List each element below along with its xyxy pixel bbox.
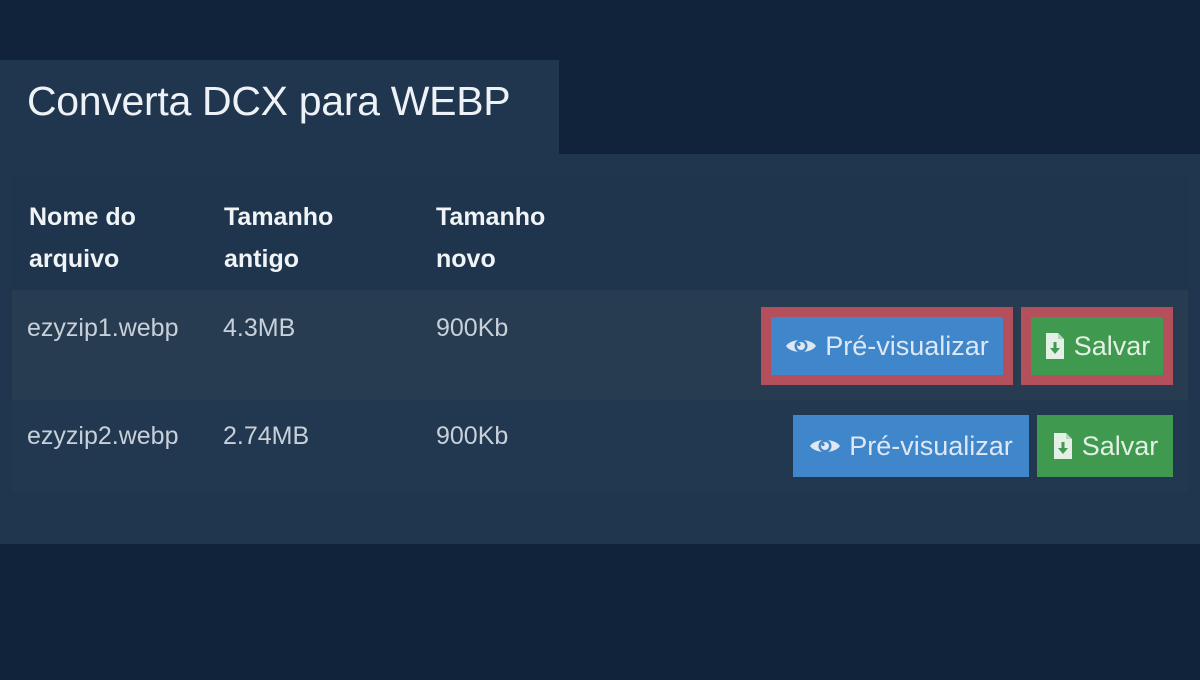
header-new-size-line1: Tamanho — [436, 203, 546, 231]
header-filename: Nome do arquivo — [29, 196, 136, 280]
page-title: Converta DCX para WEBP — [27, 78, 511, 124]
new-size: 900Kb — [436, 422, 509, 450]
old-size: 2.74MB — [223, 422, 310, 450]
old-size: 4.3MB — [223, 314, 296, 342]
eye-icon — [809, 435, 841, 457]
header-new-size-line2: novo — [436, 245, 496, 273]
file-download-icon — [1044, 332, 1066, 360]
new-size: 900Kb — [436, 314, 509, 342]
eye-icon — [785, 335, 817, 357]
save-button[interactable]: Salvar — [1031, 317, 1163, 375]
header-filename-line2: arquivo — [29, 245, 120, 273]
file-name: ezyzip1.webp — [27, 314, 179, 342]
file-name: ezyzip2.webp — [27, 422, 179, 450]
table-row: ezyzip1.webp 4.3MB 900Kb Pré-visualizar — [12, 290, 1188, 400]
files-table: Nome do arquivo Tamanho antigo Tamanho n… — [12, 176, 1188, 492]
file-download-icon — [1052, 432, 1074, 460]
table-row: ezyzip2.webp 2.74MB 900Kb Pré-visualizar — [12, 400, 1188, 492]
header-old-size-line2: antigo — [224, 245, 299, 273]
save-button-label: Salvar — [1073, 330, 1151, 361]
save-button-label: Salvar — [1081, 430, 1159, 461]
header-new-size: Tamanho novo — [436, 196, 545, 280]
header-filename-line1: Nome do — [29, 203, 136, 231]
header-old-size: Tamanho antigo — [224, 196, 333, 280]
preview-button[interactable]: Pré-visualizar — [771, 317, 1003, 375]
preview-button[interactable]: Pré-visualizar — [793, 415, 1029, 477]
save-button[interactable]: Salvar — [1037, 415, 1173, 477]
table-header: Nome do arquivo Tamanho antigo Tamanho n… — [12, 176, 1188, 290]
header-old-size-line1: Tamanho — [224, 203, 334, 231]
preview-button-label: Pré-visualizar — [849, 430, 1013, 461]
preview-button-label: Pré-visualizar — [825, 330, 989, 361]
